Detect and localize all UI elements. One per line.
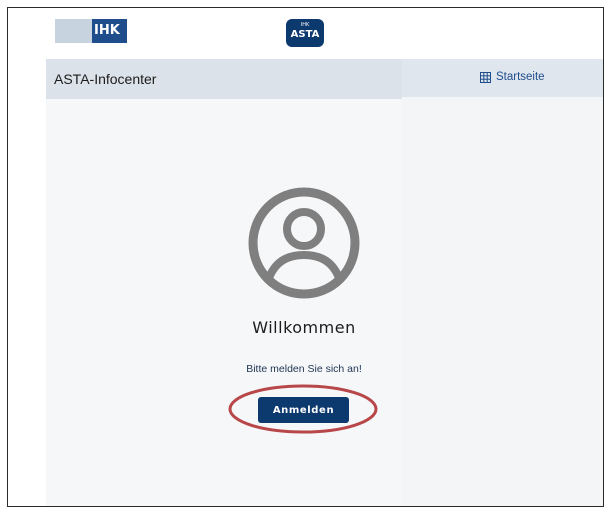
asta-logo[interactable]: IHK ASTA — [286, 19, 324, 47]
ihk-logo-text: IHK — [92, 19, 127, 43]
startseite-link[interactable]: Startseite — [480, 71, 545, 83]
startseite-label: Startseite — [496, 71, 545, 83]
asta-logo-small-text: IHK — [300, 22, 310, 28]
login-panel — [46, 99, 402, 506]
header-bar: ASTA-Infocenter — [46, 59, 402, 99]
user-circle-icon — [248, 187, 360, 299]
asta-logo-big-text: ASTA — [290, 29, 320, 40]
grid-icon — [480, 71, 491, 83]
ihk-logo[interactable]: IHK — [55, 19, 127, 43]
ihk-logo-light-block — [55, 19, 92, 43]
header-nav: Startseite — [402, 59, 603, 97]
side-panel — [402, 97, 603, 506]
app-title: ASTA-Infocenter — [54, 71, 157, 87]
login-prompt: Bitte melden Sie sich an! — [246, 363, 362, 375]
browser-frame: IHK IHK ASTA ASTA-Infocenter Startseite — [7, 7, 604, 507]
welcome-heading: Willkommen — [252, 318, 356, 337]
login-button[interactable]: Anmelden — [258, 397, 349, 423]
